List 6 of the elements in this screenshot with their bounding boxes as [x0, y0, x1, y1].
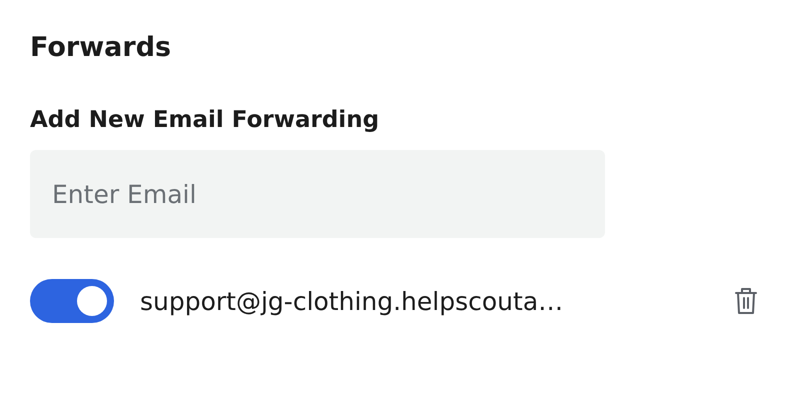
- email-field[interactable]: Enter Email: [30, 150, 605, 238]
- toggle-switch[interactable]: [30, 279, 114, 323]
- section-title: Forwards: [30, 31, 172, 65]
- trash-icon[interactable]: [734, 286, 758, 316]
- field-label: Add New Email Forwarding: [30, 106, 380, 135]
- forward-email: support@jg-clothing.helpscouta…: [140, 286, 564, 316]
